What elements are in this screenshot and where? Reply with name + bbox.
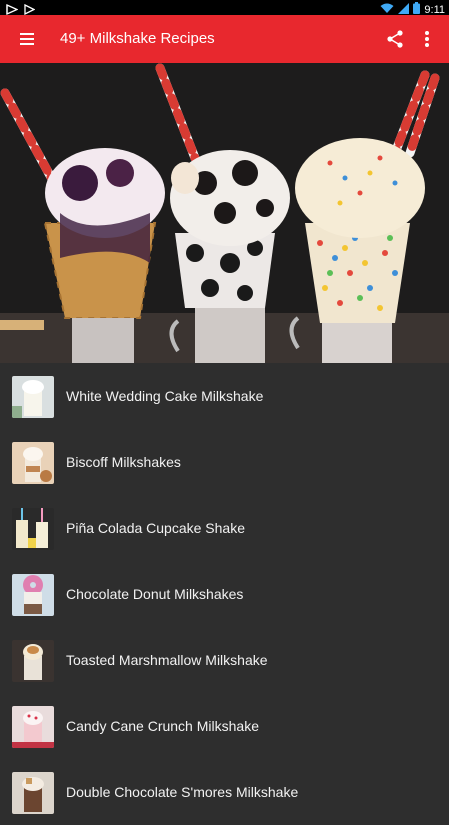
list-item-label: Biscoff Milkshakes: [66, 454, 181, 470]
list-item[interactable]: Biscoff Milkshakes: [0, 429, 449, 495]
share-button[interactable]: [384, 28, 406, 50]
status-bar: 9:11: [0, 0, 449, 16]
app-bar: 49+ Milkshake Recipes: [0, 15, 449, 63]
milkshakes-photo-icon: [0, 63, 449, 363]
list-item-label: Double Chocolate S'mores Milkshake: [66, 784, 299, 800]
list-item[interactable]: Double Chocolate S'mores Milkshake: [0, 759, 449, 825]
list-item-label: Toasted Marshmallow Milkshake: [66, 652, 268, 668]
list-item-label: Chocolate Donut Milkshakes: [66, 586, 244, 602]
menu-button[interactable]: [16, 28, 38, 50]
marshmallow-milkshake-thumbnail-icon: [12, 640, 54, 682]
hero-image: [0, 63, 449, 363]
list-item-label: Candy Cane Crunch Milkshake: [66, 718, 259, 734]
share-icon: [384, 30, 406, 54]
list-item[interactable]: Piña Colada Cupcake Shake: [0, 495, 449, 561]
overflow-menu-button[interactable]: [416, 28, 438, 50]
biscoff-milkshake-thumbnail-icon: [12, 442, 54, 484]
hamburger-menu-icon: [16, 33, 38, 54]
smores-milkshake-thumbnail-icon: [12, 772, 54, 814]
donut-milkshake-thumbnail-icon: [12, 574, 54, 616]
list-item[interactable]: Chocolate Donut Milkshakes: [0, 561, 449, 627]
pina-colada-shake-thumbnail-icon: [12, 508, 54, 550]
list-item[interactable]: Toasted Marshmallow Milkshake: [0, 627, 449, 693]
candy-cane-milkshake-thumbnail-icon: [12, 706, 54, 748]
list-item-label: White Wedding Cake Milkshake: [66, 388, 264, 404]
recipe-list: White Wedding Cake Milkshake Biscoff Mil…: [0, 363, 449, 825]
page-title: 49+ Milkshake Recipes: [60, 30, 215, 47]
more-vert-icon: [416, 31, 438, 54]
list-item-label: Piña Colada Cupcake Shake: [66, 520, 246, 536]
white-milkshake-thumbnail-icon: [12, 376, 54, 418]
list-item[interactable]: White Wedding Cake Milkshake: [0, 363, 449, 429]
list-item[interactable]: Candy Cane Crunch Milkshake: [0, 693, 449, 759]
